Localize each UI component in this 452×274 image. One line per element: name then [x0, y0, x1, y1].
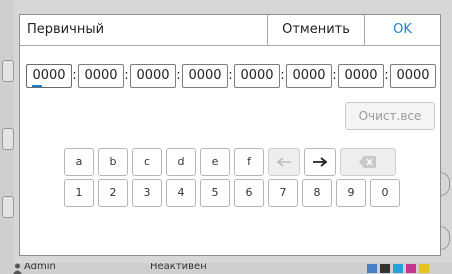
separator: : — [332, 68, 337, 83]
key-f[interactable]: f — [234, 148, 264, 176]
clear-all-button[interactable]: Очист.все — [345, 102, 435, 130]
key-d[interactable]: d — [166, 148, 196, 176]
status-mode: Неактивен — [150, 263, 207, 272]
address-field-2[interactable]: 0000 — [78, 64, 124, 88]
background-tab — [2, 196, 14, 218]
separator: : — [176, 68, 181, 83]
key-9[interactable]: 9 — [336, 179, 366, 207]
key-e[interactable]: e — [200, 148, 230, 176]
key-1[interactable]: 1 — [64, 179, 94, 207]
key-5[interactable]: 5 — [200, 179, 230, 207]
key-2[interactable]: 2 — [98, 179, 128, 207]
user-icon — [13, 263, 22, 274]
address-field-5[interactable]: 0000 — [234, 64, 280, 88]
separator: : — [124, 68, 129, 83]
arrow-right-icon — [313, 157, 328, 167]
separator: : — [228, 68, 233, 83]
background-control — [440, 226, 450, 250]
key-4[interactable]: 4 — [166, 179, 196, 207]
address-field-6[interactable]: 0000 — [286, 64, 332, 88]
key-8[interactable]: 8 — [302, 179, 332, 207]
key-c[interactable]: c — [132, 148, 162, 176]
backspace-key[interactable] — [340, 148, 396, 176]
address-field-3[interactable]: 0000 — [130, 64, 176, 88]
status-user: Admin — [24, 263, 56, 272]
key-b[interactable]: b — [98, 148, 128, 176]
dialog-title: Первичный — [27, 22, 105, 37]
background-tab — [2, 128, 14, 150]
key-3[interactable]: 3 — [132, 179, 162, 207]
backspace-icon — [359, 156, 376, 168]
separator: : — [384, 68, 389, 83]
key-7[interactable]: 7 — [268, 179, 298, 207]
cursor-right-key[interactable] — [304, 148, 336, 176]
status-bar: Admin Неактивен — [0, 263, 452, 274]
address-field-8[interactable]: 0000 — [390, 64, 436, 88]
ok-button[interactable]: OK — [364, 15, 440, 45]
address-field-7[interactable]: 0000 — [338, 64, 384, 88]
address-field-1[interactable]: 0000 — [26, 64, 72, 88]
status-icons — [367, 264, 429, 273]
key-6[interactable]: 6 — [234, 179, 264, 207]
cancel-button[interactable]: Отменить — [267, 15, 364, 45]
arrow-left-icon — [276, 157, 291, 167]
ip-address-dialog: Первичный Отменить OK 0000 : 0000 : 0000… — [19, 14, 441, 256]
key-a[interactable]: a — [64, 148, 94, 176]
address-fields: 0000 : 0000 : 0000 : 0000 : 0000 : 0000 … — [26, 64, 436, 90]
background-tab — [2, 60, 14, 82]
cursor-left-key[interactable] — [268, 148, 300, 176]
dialog-header: Первичный Отменить OK — [20, 15, 440, 46]
text-cursor — [32, 85, 42, 87]
key-0[interactable]: 0 — [370, 179, 400, 207]
background-control — [440, 172, 450, 196]
address-field-4[interactable]: 0000 — [182, 64, 228, 88]
separator: : — [72, 68, 77, 83]
separator: : — [280, 68, 285, 83]
